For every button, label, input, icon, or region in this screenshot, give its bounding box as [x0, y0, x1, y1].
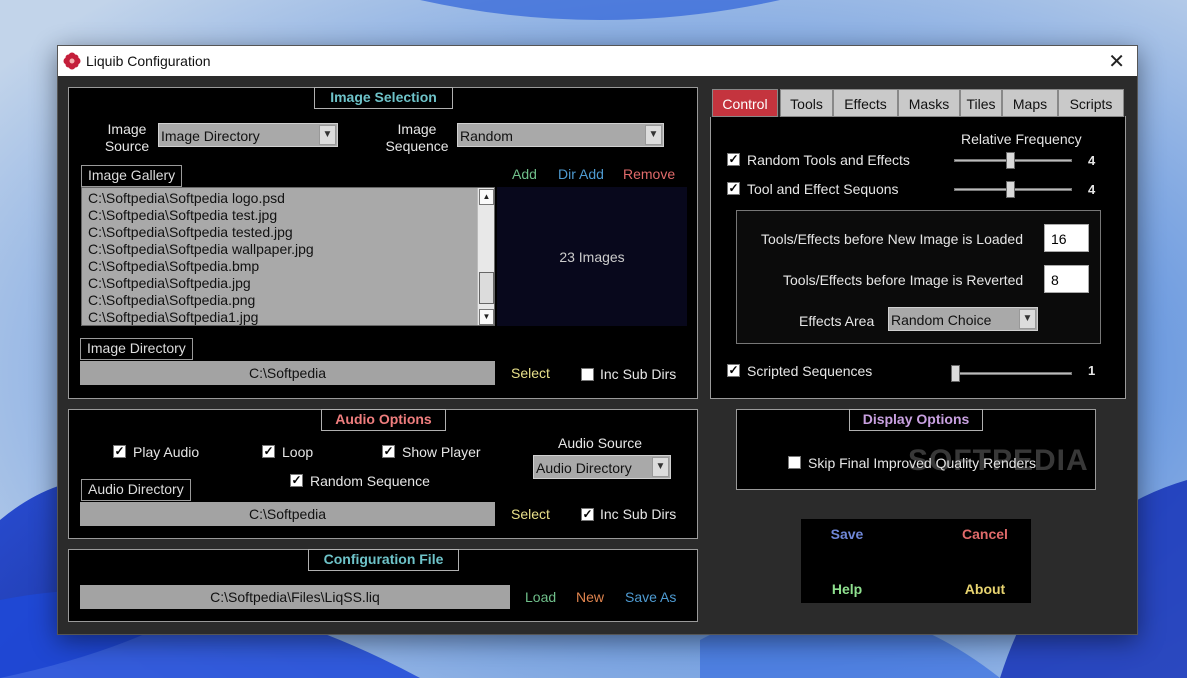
scripted-value: 1 [1088, 363, 1096, 378]
before-revert-input[interactable]: 8 [1044, 265, 1089, 293]
image-directory-label: Image Directory [80, 338, 193, 360]
close-icon[interactable]: ✕ [1108, 49, 1125, 74]
image-count: 23 Images [559, 249, 625, 265]
tool-sequences-label: Tool and Effect Sequons [747, 181, 899, 197]
audio-source-label: Audio Source [558, 435, 643, 451]
effects-area-label: Effects Area [799, 313, 875, 329]
gallery-list-item[interactable]: C:\Softpedia\Softpedia1.jpg [82, 309, 494, 325]
gallery-list-item[interactable]: C:\Softpedia\Softpedia tested.jpg [82, 224, 494, 241]
random-tools-value: 4 [1088, 153, 1096, 168]
config-file-path[interactable]: C:\Softpedia\Files\LiqSS.liq [80, 585, 510, 609]
chevron-down-icon: ▼ [1019, 309, 1036, 329]
image-preview: 23 Images [497, 187, 687, 326]
gallery-list-item[interactable]: C:\Softpedia\Softpedia.jpg [82, 275, 494, 292]
image-gallery-list[interactable]: C:\Softpedia\Softpedia logo.psd C:\Softpe… [81, 187, 495, 326]
scroll-up-icon[interactable]: ▲ [479, 189, 494, 205]
image-sequence-select[interactable]: Random ▼ [457, 123, 664, 147]
tab-maps[interactable]: Maps [1002, 89, 1058, 117]
slider-thumb[interactable] [1006, 152, 1015, 169]
gallery-list-item[interactable]: C:\Softpedia\Softpedia.png [82, 292, 494, 309]
scroll-thumb[interactable] [479, 272, 494, 304]
scroll-down-icon[interactable]: ▼ [479, 309, 494, 325]
loop-checkbox[interactable]: ✓ [262, 445, 275, 458]
before-revert-label: Tools/Effects before Image is Reverted [783, 272, 1024, 288]
skip-final-checkbox[interactable] [788, 456, 801, 469]
save-as-button[interactable]: Save As [625, 589, 676, 605]
image-directory-field[interactable]: C:\Softpedia [80, 361, 495, 385]
tool-sequences-slider[interactable] [954, 179, 1072, 199]
random-tools-label: Random Tools and Effects [747, 152, 910, 168]
gallery-list-item[interactable]: C:\Softpedia\Softpedia logo.psd [82, 190, 494, 207]
before-new-input[interactable]: 16 [1044, 224, 1089, 252]
config-file-heading: Configuration File [308, 549, 459, 571]
play-audio-label: Play Audio [133, 444, 200, 460]
title-bar: Liquib Configuration ✕ [58, 46, 1137, 76]
load-button[interactable]: Load [525, 589, 556, 605]
audio-select-button[interactable]: Select [511, 506, 550, 522]
app-flower-icon [63, 52, 81, 70]
tab-masks[interactable]: Masks [898, 89, 960, 117]
help-button[interactable]: Help [812, 581, 882, 597]
slider-thumb[interactable] [1006, 181, 1015, 198]
relative-frequency-label: Relative Frequency [961, 131, 1082, 147]
audio-options-heading: Audio Options [321, 409, 446, 431]
show-player-checkbox[interactable]: ✓ [382, 445, 395, 458]
scripted-label: Scripted Sequences [747, 363, 873, 379]
gallery-scrollbar[interactable]: ▲ ▼ [477, 188, 494, 325]
tab-effects[interactable]: Effects [833, 89, 898, 117]
audio-inc-sub-dirs-checkbox[interactable]: ✓ [581, 508, 594, 521]
image-selection-heading: Image Selection [314, 87, 453, 109]
remove-button[interactable]: Remove [623, 166, 675, 182]
audio-inc-sub-dirs-label: Inc Sub Dirs [600, 506, 677, 522]
gallery-list-item[interactable]: C:\Softpedia\Softpedia wallpaper.jpg [82, 241, 494, 258]
effects-area-select[interactable]: Random Choice ▼ [888, 307, 1038, 331]
save-button[interactable]: Save [812, 526, 882, 542]
image-source-label: Image Source [104, 121, 150, 154]
new-button[interactable]: New [576, 589, 604, 605]
dir-add-button[interactable]: Dir Add [558, 166, 604, 182]
chevron-down-icon: ▼ [652, 457, 669, 477]
tool-sequences-checkbox[interactable]: ✓ [727, 182, 740, 195]
scripted-checkbox[interactable]: ✓ [727, 364, 740, 377]
audio-directory-label: Audio Directory [81, 479, 191, 501]
softpedia-watermark: SOFTPEDIA [908, 444, 1089, 477]
tab-tools[interactable]: Tools [780, 89, 833, 117]
random-tools-slider[interactable] [954, 150, 1072, 170]
slider-thumb[interactable] [951, 365, 960, 382]
random-sequence-label: Random Sequence [310, 473, 430, 489]
random-tools-checkbox[interactable]: ✓ [727, 153, 740, 166]
show-player-label: Show Player [402, 444, 481, 460]
image-select-button[interactable]: Select [511, 365, 550, 381]
random-sequence-checkbox[interactable]: ✓ [290, 474, 303, 487]
chevron-down-icon: ▼ [319, 125, 336, 145]
scripted-slider[interactable] [951, 363, 1072, 383]
image-source-select[interactable]: Image Directory ▼ [158, 123, 338, 147]
chevron-down-icon: ▼ [645, 125, 662, 145]
tab-tiles[interactable]: Tiles [960, 89, 1002, 117]
tool-sequences-value: 4 [1088, 182, 1096, 197]
about-button[interactable]: About [950, 581, 1020, 597]
audio-source-select[interactable]: Audio Directory ▼ [533, 455, 671, 479]
play-audio-checkbox[interactable]: ✓ [113, 445, 126, 458]
before-new-label: Tools/Effects before New Image is Loaded [761, 231, 1024, 247]
loop-label: Loop [282, 444, 314, 460]
image-inc-sub-dirs-checkbox[interactable] [581, 368, 594, 381]
image-inc-sub-dirs-label: Inc Sub Dirs [600, 366, 677, 382]
cancel-button[interactable]: Cancel [950, 526, 1020, 542]
image-sequence-label: Image Sequence [385, 121, 449, 154]
image-gallery-label: Image Gallery [81, 165, 183, 187]
gallery-list-item[interactable]: C:\Softpedia\Softpedia test.jpg [82, 207, 494, 224]
display-options-heading: Display Options [849, 409, 983, 431]
gallery-list-item[interactable]: C:\Softpedia\Softpedia.bmp [82, 258, 494, 275]
window-title: Liquib Configuration [86, 53, 211, 69]
tab-scripts[interactable]: Scripts [1058, 89, 1124, 117]
audio-directory-field[interactable]: C:\Softpedia [80, 502, 495, 526]
tab-control[interactable]: Control [712, 89, 778, 117]
add-button[interactable]: Add [512, 166, 537, 182]
